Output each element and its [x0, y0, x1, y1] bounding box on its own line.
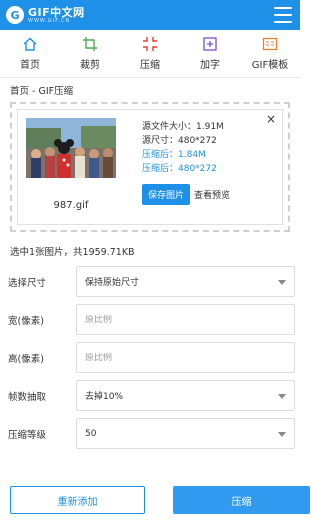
nav-item-label: 首页 [20, 60, 40, 71]
logo-subtitle: WWW.GIF.CN [28, 17, 71, 24]
height-input[interactable] [85, 352, 286, 363]
gif-thumbnail[interactable] [26, 118, 116, 178]
height-label: 高(像素) [8, 353, 44, 365]
nav-item-label: 裁剪 [80, 60, 100, 71]
tool-nav: 首页 裁剪 压缩 加字 GIF模板 [0, 30, 300, 78]
top-bar: G GIF中文网 WWW.GIF.CN [0, 0, 300, 30]
size-select-value: 保持原始尺寸 [85, 278, 140, 288]
re-add-button[interactable]: 重新添加 [10, 486, 145, 514]
save-image-button[interactable]: 保存图片 [142, 184, 191, 205]
gif-template-icon [262, 37, 278, 51]
nav-item-gif-template[interactable]: GIF模板 [240, 30, 300, 77]
chevron-down-icon [278, 432, 286, 437]
home-icon [23, 37, 37, 51]
compress-button[interactable]: 压缩 [173, 486, 310, 514]
logo-mark-icon: G [6, 6, 24, 24]
nav-item-home[interactable]: 首页 [0, 30, 60, 77]
level-label: 压缩等级 [8, 429, 47, 441]
original-size: 源文件大小：1.91M [142, 122, 224, 132]
crop-icon [83, 37, 97, 51]
compressed-size: 压缩后：1.84M [142, 150, 206, 160]
level-select[interactable]: 50 [76, 418, 295, 449]
image-card: 987.gif 源文件大小：1.91M 源尺寸：480*272 压缩后：1.84… [17, 109, 283, 225]
nav-item-add-text[interactable]: 加字 [180, 30, 240, 77]
size-label: 选择尺寸 [8, 277, 47, 289]
upload-preview-area: 987.gif 源文件大小：1.91M 源尺寸：480*272 压缩后：1.84… [10, 102, 290, 232]
nav-item-label: 压缩 [140, 60, 160, 71]
width-input[interactable] [85, 314, 286, 325]
original-dimensions: 源尺寸：480*272 [142, 136, 217, 146]
compressed-dimensions: 压缩后：480*272 [142, 164, 217, 174]
chevron-down-icon [278, 394, 286, 399]
menu-icon[interactable] [274, 7, 292, 23]
height-field-box [76, 342, 295, 373]
add-text-icon [203, 37, 217, 51]
nav-item-crop[interactable]: 裁剪 [60, 30, 120, 77]
preview-link[interactable]: 查看预览 [194, 188, 230, 201]
chevron-down-icon [278, 280, 286, 285]
breadcrumb: 首页 - GIF压缩 [10, 86, 74, 97]
compress-settings-form: 选择尺寸 保持原始尺寸 宽(像素) 高(像素) 帧数抽取 去掉10% 压缩等级 … [0, 266, 300, 449]
close-icon[interactable]: × [266, 112, 276, 126]
width-field-box [76, 304, 295, 335]
size-select[interactable]: 保持原始尺寸 [76, 266, 295, 297]
file-stats: 源文件大小：1.91M 源尺寸：480*272 压缩后：1.84M 压缩后：48… [142, 120, 224, 176]
frames-select-value: 去掉10% [85, 392, 124, 402]
nav-item-label: GIF模板 [251, 60, 289, 71]
level-select-value: 50 [85, 428, 97, 439]
width-label: 宽(像素) [8, 315, 44, 327]
logo-title: GIF中文网 [28, 5, 85, 19]
selection-summary: 选中1张图片，共1959.71KB [10, 247, 135, 258]
nav-item-label: 加字 [200, 60, 220, 71]
file-name: 987.gif [53, 200, 89, 211]
nav-item-compress[interactable]: 压缩 [120, 30, 180, 77]
site-logo[interactable]: G GIF中文网 WWW.GIF.CN [6, 6, 85, 24]
frames-label: 帧数抽取 [8, 391, 47, 403]
compress-icon [143, 37, 157, 51]
frames-select[interactable]: 去掉10% [76, 380, 295, 411]
